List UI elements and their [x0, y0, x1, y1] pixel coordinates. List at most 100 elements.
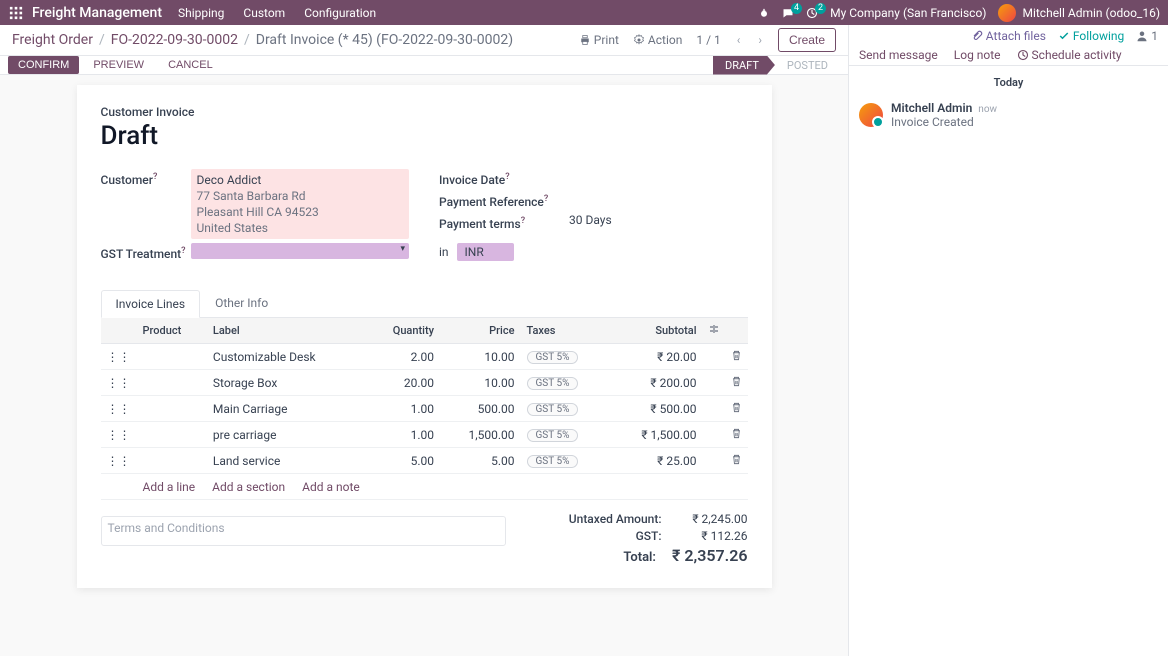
table-row[interactable]: ⋮⋮ Main Carriage1.00500.00GST 5%₹ 500.00 [101, 396, 748, 422]
debug-icon[interactable] [758, 7, 770, 19]
breadcrumb-parent[interactable]: FO-2022-09-30-0002 [111, 32, 238, 48]
add-line[interactable]: Add a line [143, 480, 196, 494]
nav-configuration[interactable]: Configuration [304, 6, 376, 20]
cell-product[interactable] [137, 370, 207, 396]
cell-taxes[interactable]: GST 5% [521, 422, 610, 448]
cell-price[interactable]: 1,500.00 [440, 422, 520, 448]
customer-field[interactable]: Deco Addict 77 Santa Barbara Rd Pleasant… [191, 169, 410, 239]
cell-product[interactable] [137, 396, 207, 422]
status-draft[interactable]: DRAFT [713, 56, 775, 75]
cell-label[interactable]: Storage Box [207, 370, 366, 396]
cell-qty[interactable]: 20.00 [366, 370, 440, 396]
cell-label[interactable]: Customizable Desk [207, 344, 366, 370]
gst-treatment-select[interactable] [191, 243, 410, 259]
drag-handle[interactable]: ⋮⋮ [101, 422, 137, 448]
drag-handle[interactable]: ⋮⋮ [101, 370, 137, 396]
cell-subtotal[interactable]: ₹ 1,500.00 [609, 422, 702, 448]
delete-row-icon[interactable] [725, 448, 748, 474]
delete-row-icon[interactable] [725, 344, 748, 370]
table-row[interactable]: ⋮⋮ pre carriage1.001,500.00GST 5%₹ 1,500.… [101, 422, 748, 448]
cell-label[interactable]: pre carriage [207, 422, 366, 448]
cell-price[interactable]: 500.00 [440, 396, 520, 422]
pager-prev[interactable]: ‹ [735, 33, 743, 47]
control-bar: Freight Order / FO-2022-09-30-0002 / Dra… [0, 25, 848, 55]
print-button[interactable]: Print [579, 33, 619, 47]
add-note[interactable]: Add a note [302, 480, 360, 494]
nav-custom[interactable]: Custom [243, 6, 285, 20]
cell-subtotal[interactable]: ₹ 200.00 [609, 370, 702, 396]
cell-taxes[interactable]: GST 5% [521, 344, 610, 370]
confirm-button[interactable]: CONFIRM [8, 56, 79, 74]
drag-handle[interactable]: ⋮⋮ [101, 396, 137, 422]
table-row[interactable]: ⋮⋮Land service5.005.00GST 5%₹ 25.00 [101, 448, 748, 474]
delete-row-icon[interactable] [725, 422, 748, 448]
totals: Untaxed Amount:₹ 2,245.00 GST:₹ 112.26 T… [569, 512, 748, 568]
apps-icon[interactable] [8, 5, 24, 21]
user-menu[interactable]: Mitchell Admin (odoo_16) [998, 4, 1160, 22]
table-row[interactable]: ⋮⋮ Storage Box20.0010.00GST 5%₹ 200.00 [101, 370, 748, 396]
topbar: Freight Management Shipping Custom Confi… [0, 0, 1168, 25]
col-label[interactable]: Label [207, 318, 366, 344]
terms-input[interactable]: Terms and Conditions [101, 516, 506, 546]
pager-next[interactable]: › [756, 33, 764, 47]
activities-icon[interactable]: 2 [806, 7, 818, 19]
cell-product[interactable] [137, 448, 207, 474]
add-section[interactable]: Add a section [212, 480, 285, 494]
messages-icon[interactable]: 4 [782, 7, 794, 19]
col-product[interactable]: Product [137, 318, 207, 344]
col-qty[interactable]: Quantity [366, 318, 440, 344]
followers-count[interactable]: 1 [1136, 29, 1158, 43]
table-row[interactable]: ⋮⋮ Customizable Desk2.0010.00GST 5%₹ 20.0… [101, 344, 748, 370]
cell-subtotal[interactable]: ₹ 500.00 [609, 396, 702, 422]
chat-message: Mitchell Admin now Invoice Created [849, 99, 1168, 131]
col-taxes[interactable]: Taxes [521, 318, 610, 344]
preview-button[interactable]: PREVIEW [83, 56, 154, 74]
delete-row-icon[interactable] [725, 396, 748, 422]
schedule-activity-tab[interactable]: Schedule activity [1017, 48, 1122, 62]
currency-field[interactable]: INR [457, 243, 514, 261]
cell-qty[interactable]: 2.00 [366, 344, 440, 370]
cell-taxes[interactable]: GST 5% [521, 448, 610, 474]
invoice-date-field[interactable] [569, 169, 748, 187]
following-button[interactable]: Following [1058, 29, 1124, 43]
create-button[interactable]: Create [778, 28, 836, 52]
delete-row-icon[interactable] [725, 370, 748, 396]
cell-price[interactable]: 5.00 [440, 448, 520, 474]
tab-other-info[interactable]: Other Info [200, 289, 283, 317]
cell-product[interactable] [137, 344, 207, 370]
attach-files[interactable]: Attach files [971, 29, 1046, 43]
brand[interactable]: Freight Management [32, 5, 162, 21]
drag-handle[interactable]: ⋮⋮ [101, 448, 137, 474]
payment-ref-field[interactable] [569, 191, 748, 209]
print-icon [579, 34, 591, 46]
cell-subtotal[interactable]: ₹ 20.00 [609, 344, 702, 370]
payment-terms-field[interactable]: 30 Days [569, 213, 748, 231]
untaxed-label: Untaxed Amount: [569, 512, 662, 526]
cell-label[interactable]: Main Carriage [207, 396, 366, 422]
tab-invoice-lines[interactable]: Invoice Lines [101, 290, 201, 318]
col-subtotal[interactable]: Subtotal [609, 318, 702, 344]
breadcrumb-root[interactable]: Freight Order [12, 32, 93, 48]
cell-price[interactable]: 10.00 [440, 370, 520, 396]
cell-taxes[interactable]: GST 5% [521, 396, 610, 422]
cell-taxes[interactable]: GST 5% [521, 370, 610, 396]
cancel-button[interactable]: CANCEL [158, 56, 223, 74]
nav-shipping[interactable]: Shipping [178, 6, 224, 20]
action-button[interactable]: Action [633, 33, 682, 47]
drag-handle[interactable]: ⋮⋮ [101, 344, 137, 370]
col-optional-toggle[interactable] [703, 318, 725, 344]
cell-price[interactable]: 10.00 [440, 344, 520, 370]
log-note-tab[interactable]: Log note [954, 48, 1001, 62]
cell-product[interactable] [137, 422, 207, 448]
company-switcher[interactable]: My Company (San Francisco) [830, 6, 986, 20]
cell-subtotal[interactable]: ₹ 25.00 [609, 448, 702, 474]
cell-label[interactable]: Land service [207, 448, 366, 474]
col-price[interactable]: Price [440, 318, 520, 344]
cell-qty[interactable]: 1.00 [366, 396, 440, 422]
cell-qty[interactable]: 1.00 [366, 422, 440, 448]
status-posted[interactable]: POSTED [775, 56, 840, 75]
send-message-tab[interactable]: Send message [859, 48, 938, 62]
form-scroll[interactable]: Customer Invoice Draft Customer? Deco Ad… [0, 75, 848, 656]
doc-title: Draft [101, 121, 748, 151]
cell-qty[interactable]: 5.00 [366, 448, 440, 474]
